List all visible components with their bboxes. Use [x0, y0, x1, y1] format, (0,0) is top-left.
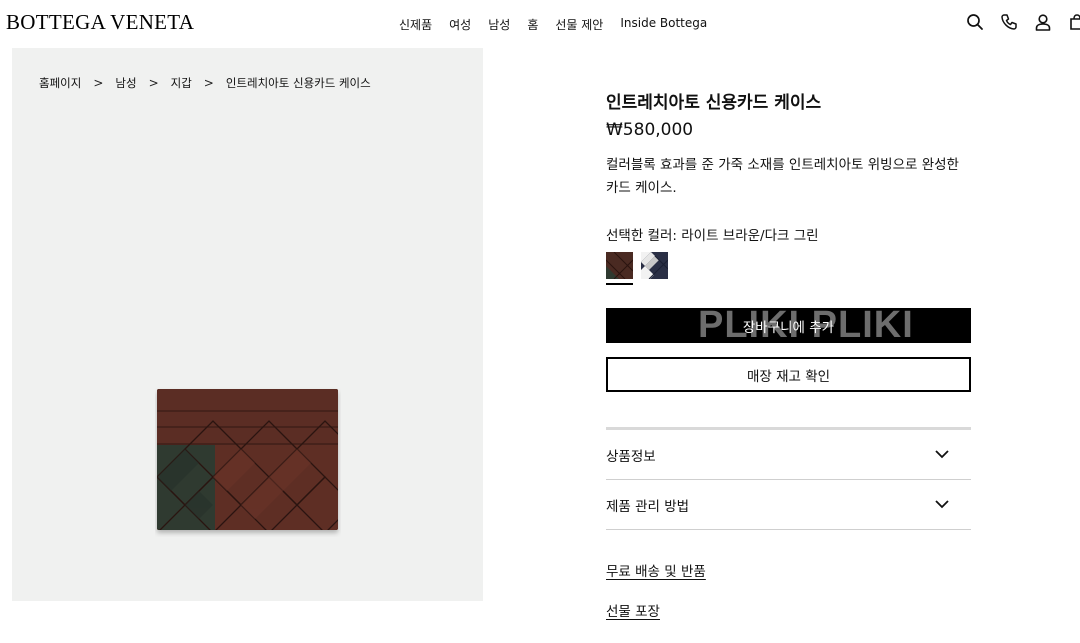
product-accordion: 상품정보 제품 관리 방법: [606, 427, 971, 530]
nav-item-gifts[interactable]: 선물 제안: [555, 16, 603, 33]
nav-item-home[interactable]: 홈: [527, 16, 538, 33]
breadcrumb-current: 인트레치아토 신용카드 케이스: [225, 76, 371, 90]
product-image-panel: 홈페이지 > 남성 > 지갑 > 인트레치아토 신용카드 케이스: [12, 48, 483, 601]
main-nav: 신제품 여성 남성 홈 선물 제안 Inside Bottega: [399, 16, 707, 33]
breadcrumb-men[interactable]: 남성: [115, 75, 136, 91]
breadcrumb-wallets[interactable]: 지갑: [171, 75, 192, 91]
product-details: 인트레치아토 신용카드 케이스 ₩580,000 컬러블록 효과를 준 가죽 소…: [605, 88, 972, 620]
header: BOTTEGA VENETA 신제품 여성 남성 홈 선물 제안 Inside …: [0, 0, 1080, 46]
accordion-product-info[interactable]: 상품정보: [606, 430, 971, 480]
breadcrumb: 홈페이지 > 남성 > 지갑 > 인트레치아토 신용카드 케이스: [39, 75, 371, 91]
nav-item-men[interactable]: 남성: [488, 16, 510, 33]
color-swatch-brown-green[interactable]: [605, 251, 634, 285]
breadcrumb-separator: >: [203, 76, 214, 90]
breadcrumb-separator: >: [148, 76, 159, 90]
product-image[interactable]: [155, 387, 341, 541]
nav-item-new[interactable]: 신제품: [399, 16, 432, 33]
breadcrumb-home[interactable]: 홈페이지: [39, 75, 81, 91]
add-to-cart-button[interactable]: PLIKI PLIKI 장바구니에 추가: [606, 308, 971, 343]
accordion-label: 제품 관리 방법: [606, 498, 690, 515]
color-swatch-navy-white[interactable]: [641, 252, 669, 280]
selected-color-label: 선택한 컬러: 라이트 브라운/다크 그린: [606, 228, 819, 244]
chevron-down-icon: [935, 497, 949, 513]
gift-wrapping-link[interactable]: 선물 포장: [606, 600, 972, 620]
product-description: 컬러블록 효과를 준 가죽 소재를 인트레치아토 위빙으로 완성한 카드 케이스…: [606, 157, 959, 196]
chevron-down-icon: [935, 447, 949, 463]
nav-item-inside-bottega[interactable]: Inside Bottega: [620, 16, 707, 33]
header-actions: [966, 13, 1080, 31]
product-title: 인트레치아토 신용카드 케이스: [606, 93, 822, 113]
phone-icon[interactable]: [1000, 13, 1018, 31]
check-store-stock-button[interactable]: 매장 재고 확인: [606, 357, 971, 392]
add-to-cart-label: 장바구니에 추가: [742, 319, 835, 336]
color-swatches: [605, 251, 972, 285]
accordion-label: 상품정보: [606, 448, 656, 465]
accordion-care-instructions[interactable]: 제품 관리 방법: [606, 480, 971, 530]
product-price: ₩580,000: [606, 120, 694, 140]
shopping-bag-icon[interactable]: [1068, 13, 1080, 31]
account-icon[interactable]: [1034, 13, 1052, 31]
brand-logo[interactable]: BOTTEGA VENETA: [6, 10, 194, 35]
search-icon[interactable]: [966, 13, 984, 31]
free-shipping-returns-link[interactable]: 무료 배송 및 반품: [606, 560, 972, 580]
breadcrumb-separator: >: [93, 76, 104, 90]
nav-item-women[interactable]: 여성: [449, 16, 471, 33]
